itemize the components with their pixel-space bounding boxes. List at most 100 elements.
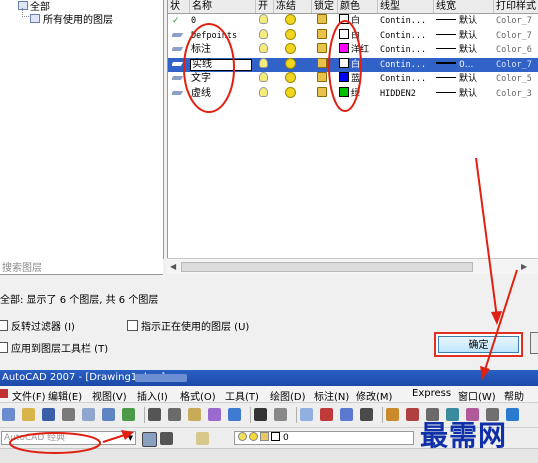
layer-row[interactable]: 标注 洋红 Contin... 默认 Color_6 xyxy=(168,43,538,57)
workspace-settings-icon[interactable] xyxy=(142,432,157,447)
layer-row[interactable]: Defpoints 白 Contin... 默认 Color_7 xyxy=(168,28,538,43)
layer-linetype[interactable]: Contin... xyxy=(380,58,434,72)
on-off-bulb-icon[interactable] xyxy=(259,43,273,57)
paste-icon[interactable] xyxy=(188,408,201,421)
save-icon[interactable] xyxy=(42,408,55,421)
layer-lineweight[interactable]: 默认 xyxy=(436,14,494,28)
layer-color[interactable]: 白 xyxy=(339,28,377,43)
layer-row[interactable]: 虚线 绿 HIDDEN2 默认 Color_3 xyxy=(168,87,538,101)
layer-linetype[interactable]: Contin... xyxy=(380,43,434,57)
col-header-freeze[interactable]: 冻结 xyxy=(274,0,312,13)
redo-icon[interactable] xyxy=(274,408,287,421)
layer-search-input[interactable]: 搜索图层 xyxy=(0,258,163,275)
cancel-button[interactable] xyxy=(530,332,538,354)
scrollbar-thumb[interactable] xyxy=(181,262,473,272)
menu-item[interactable]: 视图(V) xyxy=(92,388,127,403)
plot-icon[interactable] xyxy=(62,408,75,421)
menu-item[interactable]: 修改(M) xyxy=(356,388,392,403)
col-header-lock[interactable]: 锁定 xyxy=(312,0,338,13)
horizontal-scrollbar[interactable]: ◀ ▶ xyxy=(167,258,538,274)
lock-icon[interactable] xyxy=(317,57,331,72)
col-header-plotstyle[interactable]: 打印样式 xyxy=(494,0,538,13)
lock-icon[interactable] xyxy=(317,87,331,101)
workspace-select[interactable]: AutoCAD 经典 ▼ xyxy=(1,431,136,445)
on-off-bulb-icon[interactable] xyxy=(259,57,273,72)
cut-icon[interactable] xyxy=(148,408,161,421)
layer-color[interactable]: 蓝 xyxy=(339,72,377,86)
app-menu-icon[interactable] xyxy=(0,389,8,398)
layer-row[interactable]: ✓ 0 白 Contin... 默认 Color_7 xyxy=(168,14,538,28)
scroll-right-icon[interactable]: ▶ xyxy=(521,262,527,271)
checkbox-box[interactable] xyxy=(0,342,8,353)
layer-name[interactable]: 文字 xyxy=(191,72,255,86)
layer-lineweight[interactable]: 默认 xyxy=(436,43,494,57)
tree-node-all-used-layers[interactable]: 所有使用的图层 xyxy=(30,11,113,26)
menu-item[interactable]: 帮助 xyxy=(504,388,524,403)
lock-icon[interactable] xyxy=(317,14,331,28)
zoom-previous-icon[interactable] xyxy=(360,408,373,421)
layer-name[interactable]: Defpoints xyxy=(191,29,255,43)
layer-manager-icon[interactable] xyxy=(196,432,209,445)
layer-name[interactable]: 虚线 xyxy=(191,87,255,101)
open-icon[interactable] xyxy=(22,408,35,421)
freeze-sun-icon[interactable] xyxy=(285,57,301,72)
undo-icon[interactable] xyxy=(254,408,267,421)
lock-icon[interactable] xyxy=(317,72,331,86)
zoom-window-icon[interactable] xyxy=(340,408,353,421)
brush-icon[interactable] xyxy=(228,408,241,421)
menu-item[interactable]: 工具(T) xyxy=(225,388,259,403)
layer-row[interactable]: 实线 白 Contin... 0... Color_7 xyxy=(168,57,538,72)
freeze-sun-icon[interactable] xyxy=(285,87,301,101)
apply-to-toolbar-checkbox[interactable]: 应用到图层工具栏 (T) xyxy=(0,340,108,355)
match-icon[interactable] xyxy=(208,408,221,421)
layer-lineweight[interactable]: 默认 xyxy=(436,72,494,86)
publish-icon[interactable] xyxy=(102,408,115,421)
layer-name[interactable]: 标注 xyxy=(191,43,255,57)
freeze-sun-icon[interactable] xyxy=(285,14,301,28)
check-icon[interactable] xyxy=(122,408,135,421)
pan-icon[interactable] xyxy=(300,408,313,421)
lock-icon[interactable] xyxy=(317,43,331,57)
col-header-status[interactable]: 状 xyxy=(168,0,190,13)
layer-linetype[interactable]: HIDDEN2 xyxy=(380,87,434,101)
ok-button[interactable]: 确定 xyxy=(434,332,523,357)
layer-row[interactable]: 文字 蓝 Contin... 默认 Color_5 xyxy=(168,72,538,86)
on-off-bulb-icon[interactable] xyxy=(259,87,273,101)
menu-item[interactable]: 格式(O) xyxy=(180,388,216,403)
layer-color[interactable]: 绿 xyxy=(339,87,377,101)
zoom-realtime-icon[interactable] xyxy=(320,408,333,421)
layer-name[interactable]: 0 xyxy=(191,14,255,28)
menu-item[interactable]: 文件(F) xyxy=(12,388,46,403)
layer-lineweight[interactable]: 默认 xyxy=(436,87,494,101)
layer-linetype[interactable]: Contin... xyxy=(380,72,434,86)
col-header-name[interactable]: 名称 xyxy=(190,0,256,13)
lock-icon[interactable] xyxy=(317,28,331,43)
layer-name-editor[interactable]: 实线 xyxy=(190,58,252,71)
new-file-icon[interactable] xyxy=(2,408,15,421)
col-header-on[interactable]: 开 xyxy=(256,0,274,13)
menu-item[interactable]: 窗口(W) xyxy=(458,388,496,403)
layer-filter-tree[interactable]: 全部 所有使用的图层 xyxy=(0,0,164,259)
help-icon[interactable] xyxy=(506,408,519,421)
checkbox-box[interactable] xyxy=(0,320,8,331)
preview-icon[interactable] xyxy=(82,408,95,421)
col-header-linetype[interactable]: 线型 xyxy=(378,0,434,13)
freeze-sun-icon[interactable] xyxy=(285,72,301,86)
scroll-left-icon[interactable]: ◀ xyxy=(170,262,176,271)
layer-lineweight[interactable]: 默认 xyxy=(436,29,494,43)
col-header-lineweight[interactable]: 线宽 xyxy=(434,0,494,13)
freeze-sun-icon[interactable] xyxy=(285,43,301,57)
on-off-bulb-icon[interactable] xyxy=(259,28,273,43)
layer-combo[interactable]: 0 xyxy=(234,431,414,445)
copy-icon[interactable] xyxy=(168,408,181,421)
layer-color[interactable]: 洋红 xyxy=(339,43,377,57)
checkbox-box[interactable] xyxy=(127,320,138,331)
layer-list[interactable]: 状 名称 开 冻结 锁定 颜色 线型 线宽 打印样式 ✓ 0 白 Contin... 默… xyxy=(167,0,538,258)
layer-lineweight[interactable]: 0... xyxy=(436,58,494,72)
layer-color[interactable]: 白 xyxy=(339,57,377,72)
menu-item[interactable]: 标注(N) xyxy=(314,388,349,403)
indicate-in-use-checkbox[interactable]: 指示正在使用的图层 (U) xyxy=(127,318,249,333)
on-off-bulb-icon[interactable] xyxy=(259,14,273,28)
col-header-color[interactable]: 颜色 xyxy=(338,0,378,13)
on-off-bulb-icon[interactable] xyxy=(259,72,273,86)
